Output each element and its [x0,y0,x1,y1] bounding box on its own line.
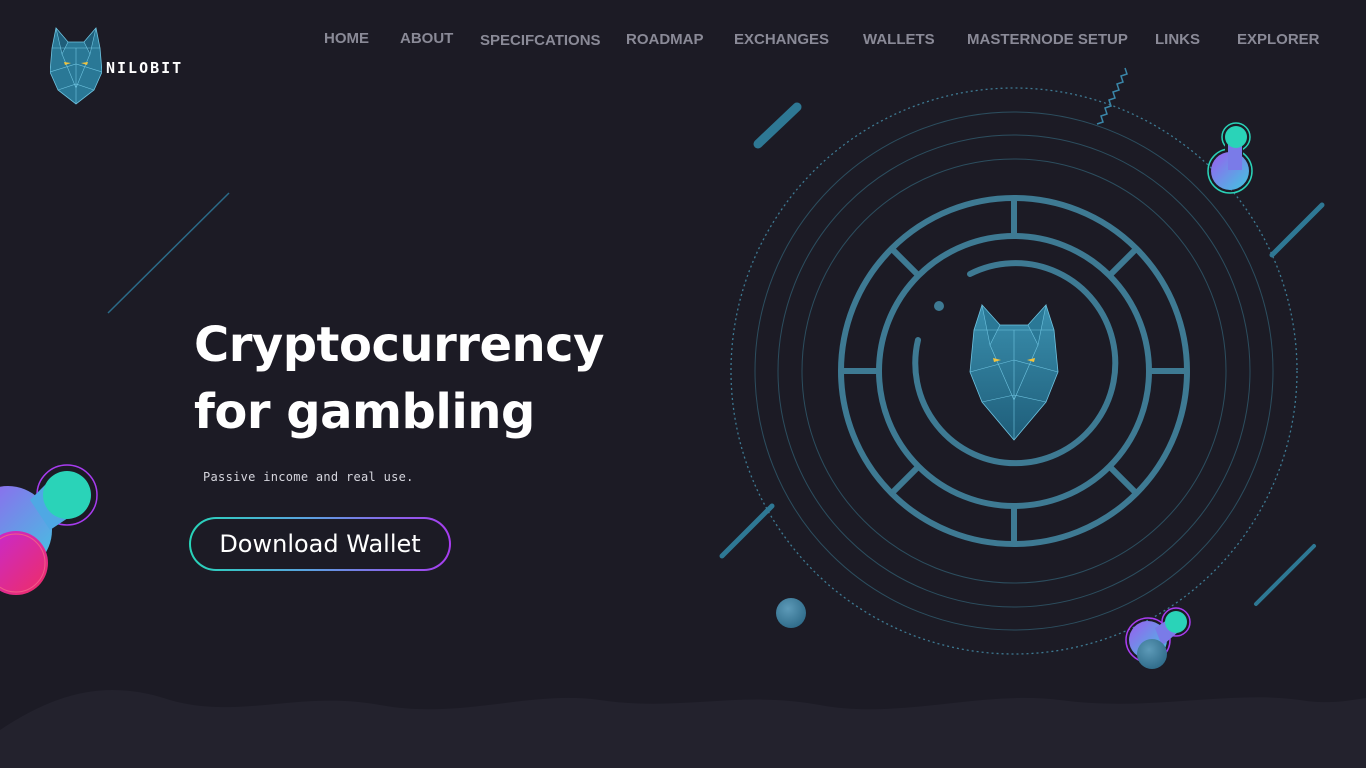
nav-item-masternode-setup[interactable]: MASTERNODE SETUP [967,31,1128,48]
dash-shape [753,102,802,149]
wolf-head-icon [50,27,102,105]
nav-item-links[interactable]: LINKS [1155,31,1200,48]
download-wallet-label: Download Wallet [191,519,449,569]
wolf-head-illustration [969,303,1059,441]
diagonal-line [107,192,230,314]
download-wallet-button[interactable]: Download Wallet [189,517,451,571]
main-nav: HOME ABOUT SPECIFCATIONS ROADMAP EXCHANG… [324,30,1320,54]
dash-shape [719,503,775,559]
hero-subtitle: Passive income and real use. [203,470,414,484]
nav-item-explorer[interactable]: EXPLORER [1237,31,1320,48]
dash-shape [1254,544,1316,606]
gradient-blob [0,464,98,595]
brand-name: NILOBIT [106,59,184,77]
hero-title-line-2: for gambling [194,384,535,440]
maze-dot [934,301,944,311]
gradient-blob [1125,607,1191,669]
brand-logo[interactable]: NILOBIT [50,26,183,106]
nav-item-about[interactable]: ABOUT [400,30,453,47]
hills-shape [0,690,1366,768]
gradient-blob [1207,122,1253,194]
blue-ball [776,598,806,628]
nav-item-home[interactable]: HOME [324,30,369,47]
dash-shape [1269,202,1325,258]
hero-title: Cryptocurrency for gambling [194,312,604,446]
nav-item-wallets[interactable]: WALLETS [863,31,935,48]
squiggle-shape [1096,67,1128,125]
nav-item-roadmap[interactable]: ROADMAP [626,31,704,48]
nav-item-specifications[interactable]: SPECIFCATIONS [480,32,601,49]
hero-title-line-1: Cryptocurrency [194,317,604,373]
landing-page: NILOBIT HOME ABOUT SPECIFCATIONS ROADMAP… [0,0,1366,768]
nav-item-exchanges[interactable]: EXCHANGES [734,31,829,48]
